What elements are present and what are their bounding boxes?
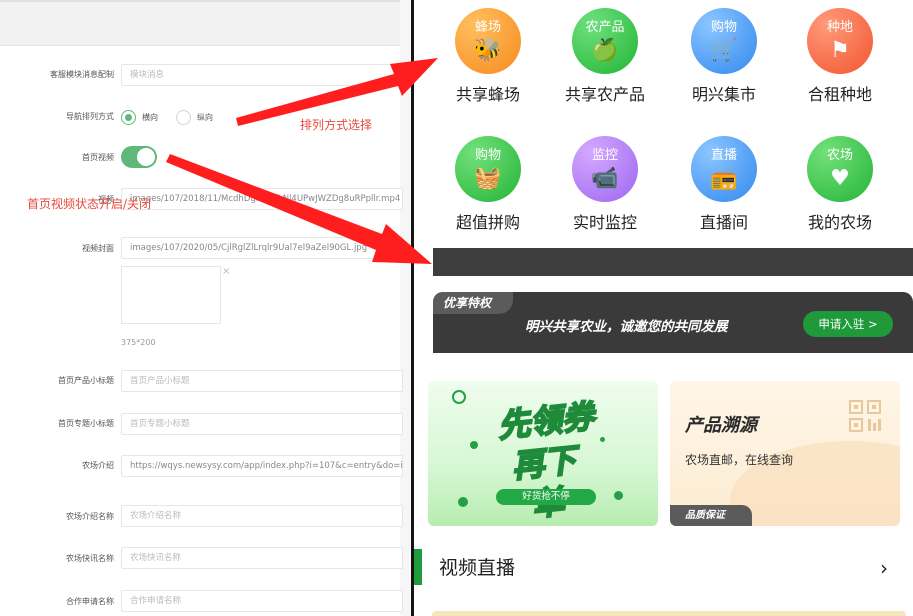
grid-icon-text: 监控 [591, 148, 618, 163]
apple-icon: 农产品 🍏 [572, 8, 638, 74]
service-msg-input[interactable]: 模块消息 [121, 64, 403, 86]
bee-icon: 蜂场 🐝 [455, 8, 521, 74]
label-topic-subtitle: 首页专题小标题 [58, 419, 114, 428]
apply-join-button[interactable]: 申请入驻 > [803, 311, 893, 337]
grid-icon-glyph: ⚑ [830, 38, 850, 63]
cover-image-preview[interactable] [121, 266, 221, 324]
grid-item[interactable]: 农场 ♥ 我的农场 [780, 136, 900, 233]
camera-icon: 监控 📹 [572, 136, 638, 202]
section-accent-bar [414, 549, 422, 585]
grid-icon-text: 农产品 [585, 20, 625, 35]
coupon-line2: 再下单 [509, 440, 579, 525]
promo-banner: 优享特权 明兴共享农业，诚邀您的共同发展 申请入驻 > [433, 292, 913, 353]
grid-icon-glyph: ♥ [830, 166, 850, 191]
grid-icon-text: 购物 [474, 148, 501, 163]
admin-top-bar [0, 0, 400, 46]
close-icon[interactable]: × [222, 266, 230, 277]
radio-horizontal[interactable] [121, 110, 136, 125]
mobile-preview-panel: 蜂场 🐝 共享蜂场 农产品 🍏 共享农产品 购物 🛒 明兴集市 种地 ⚑ 合租种地 购物 🧺 超值拼购 监控 📹… [414, 0, 913, 616]
radio-vertical[interactable] [176, 110, 191, 125]
label-video-cover: 视频封面 [82, 244, 114, 253]
grid-icon-glyph: 🛒 [710, 38, 738, 63]
grid-icon-glyph: 🍏 [591, 38, 619, 63]
farm-intro-name-input[interactable]: 农场介绍名称 [121, 505, 403, 527]
grid-item[interactable]: 农产品 🍏 共享农产品 [545, 8, 665, 105]
basket-icon: 购物 🧺 [455, 136, 521, 202]
label-farm-news-name: 农场快讯名称 [66, 554, 114, 563]
label-home-video: 首页视频 [82, 153, 114, 162]
radio-vertical-label: 纵向 [197, 113, 213, 122]
decor-dot [470, 441, 478, 449]
grid-item[interactable]: 种地 ⚑ 合租种地 [780, 8, 900, 105]
farm-news-name-input[interactable]: 农场快讯名称 [121, 547, 403, 569]
grid-item-label: 我的农场 [807, 213, 872, 232]
decor-dot [614, 491, 623, 500]
coupon-card[interactable]: 先领券 再下单 好货抢不停 [428, 381, 658, 526]
promo-text: 明兴共享农业，诚邀您的共同发展 [525, 319, 728, 335]
grid-item[interactable]: 购物 🛒 明兴集市 [664, 8, 784, 105]
video-placeholder-bar [433, 248, 913, 276]
screenshot-root: 客服模块消息配制 模块消息 导航排列方式 横向 纵向 首页视频 视频 image… [0, 0, 913, 616]
grid-item[interactable]: 监控 📹 实时监控 [545, 136, 665, 233]
label-product-subtitle: 首页产品小标题 [58, 376, 114, 385]
flag-icon: 种地 ⚑ [807, 8, 873, 74]
heart-icon: 农场 ♥ [807, 136, 873, 202]
trace-card[interactable]: 产品溯源 农场直邮，在线查询 品质保证 [670, 381, 900, 526]
grid-icon-glyph: 🧺 [474, 166, 502, 191]
next-card-edge [432, 611, 906, 616]
grid-item-label: 实时监控 [572, 213, 637, 232]
image-size-hint: 375*200 [121, 338, 156, 347]
grid-icon-glyph: 📻 [710, 166, 738, 191]
annotation-layout-choice: 排列方式选择 [300, 118, 373, 132]
grid-icon-text: 农场 [826, 148, 853, 163]
grid-icon-text: 蜂场 [474, 20, 501, 35]
grid-icon-text: 种地 [826, 20, 853, 35]
label-nav-layout: 导航排列方式 [66, 112, 114, 121]
radio-horizontal-label: 横向 [142, 113, 158, 122]
grid-item-label: 共享蜂场 [455, 85, 520, 104]
trace-title: 产品溯源 [685, 415, 757, 436]
coupon-artwork: 先领券 再下单 好货抢不停 [494, 396, 598, 524]
toggle-knob [137, 148, 155, 166]
grid-icon-text: 直播 [710, 148, 737, 163]
video-cover-input[interactable]: images/107/2020/05/CjlRglZlLrqlr9Ual7el9… [121, 237, 403, 259]
grid-icon-glyph: 🐝 [474, 38, 502, 63]
admin-settings-panel: 客服模块消息配制 模块消息 导航排列方式 横向 纵向 首页视频 视频 image… [0, 0, 413, 616]
decor-dot [600, 437, 605, 442]
label-coop-apply-name: 合作申请名称 [66, 597, 114, 606]
grid-item-label: 明兴集市 [691, 85, 756, 104]
topic-subtitle-input[interactable]: 首页专题小标题 [121, 413, 403, 435]
label-service-msg: 客服模块消息配制 [50, 70, 114, 79]
promo-tag: 优享特权 [433, 292, 513, 314]
coupon-line3: 好货抢不停 [496, 489, 596, 505]
grid-icon-glyph: 📹 [591, 166, 619, 191]
section-title-video-live: 视频直播 [439, 557, 516, 579]
chevron-right-icon[interactable]: › [880, 556, 888, 580]
decor-ring [452, 390, 466, 404]
grid-item[interactable]: 直播 📻 直播间 [664, 136, 784, 233]
grid-item-label: 合租种地 [807, 85, 872, 104]
annotation-video-toggle: 首页视频状态开启/关闭 [27, 197, 152, 211]
farm-intro-url-input[interactable]: https://wqys.newsysy.com/app/index.php?i… [121, 455, 403, 477]
trace-subtitle: 农场直邮，在线查询 [685, 453, 794, 467]
product-subtitle-input[interactable]: 首页产品小标题 [121, 370, 403, 392]
label-farm-intro-name: 农场介绍名称 [66, 512, 114, 521]
grid-item-label: 共享农产品 [564, 85, 645, 104]
qr-code-icon [849, 400, 881, 432]
grid-item-label: 直播间 [699, 213, 748, 232]
quality-tag: 品质保证 [670, 505, 752, 526]
cart-icon: 购物 🛒 [691, 8, 757, 74]
radio-icon: 直播 📻 [691, 136, 757, 202]
grid-icon-text: 购物 [710, 20, 737, 35]
grid-item[interactable]: 购物 🧺 超值拼购 [428, 136, 548, 233]
grid-item[interactable]: 蜂场 🐝 共享蜂场 [428, 8, 548, 105]
home-video-toggle[interactable] [121, 146, 157, 168]
decor-dot [458, 497, 468, 507]
video-path-input[interactable]: images/107/2018/11/McdhDgHaeYkNl4UPwJWZD… [121, 188, 403, 210]
grid-item-label: 超值拼购 [455, 213, 520, 232]
label-farm-intro: 农场介绍 [82, 461, 114, 470]
coop-apply-name-input[interactable]: 合作申请名称 [121, 590, 403, 612]
